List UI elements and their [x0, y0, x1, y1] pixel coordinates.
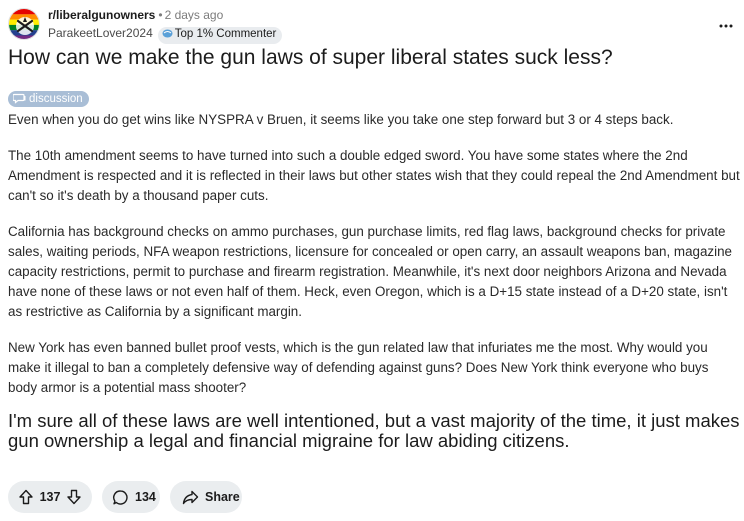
share-icon: [182, 490, 199, 505]
post-paragraph: California has background checks on ammo…: [8, 224, 732, 319]
author-flair-label: Top 1% Commenter: [174, 28, 277, 40]
commenter-badge-icon: [162, 28, 173, 44]
post-paragraph: The 10th amendment seems to have turned …: [8, 148, 740, 203]
share-button[interactable]: Share: [170, 481, 242, 513]
subreddit-name[interactable]: r/liberalgunowners: [48, 8, 155, 22]
comment-count: 134: [135, 490, 156, 504]
post-time: 2 days ago: [164, 8, 224, 22]
author-flair: Top 1% Commenter: [157, 27, 283, 44]
post-flair-tag[interactable]: discussion: [8, 91, 89, 107]
post-title[interactable]: How can we make the gun laws of super li…: [8, 45, 736, 71]
author-name[interactable]: ParakeetLover2024: [48, 26, 153, 40]
chat-bubble-icon: [12, 93, 26, 109]
vote-count: 137: [39, 490, 61, 504]
meta-separator: •: [158, 8, 163, 22]
vote-control: 137: [8, 481, 92, 513]
comment-icon: [112, 489, 129, 506]
more-options-button[interactable]: [714, 13, 738, 35]
upvote-icon[interactable]: [18, 489, 34, 505]
share-label: Share: [205, 490, 240, 504]
post-body: Even when you do get wins like NYSPRA v …: [8, 110, 740, 467]
comments-button[interactable]: 134: [102, 481, 160, 513]
downvote-icon[interactable]: [66, 489, 82, 505]
post-meta: r/liberalgunowners • 2 days ago ParakeetLo…: [48, 7, 283, 44]
post-header: r/liberalgunowners • 2 days ago ParakeetLo…: [8, 7, 738, 44]
post-paragraph: New York has even banned bullet proof ve…: [8, 340, 709, 395]
post-flair-label: discussion: [29, 93, 83, 105]
subreddit-avatar-icon[interactable]: [8, 8, 40, 40]
more-options-icon: [719, 15, 733, 33]
post-action-bar: 137 134 Share: [8, 481, 242, 513]
post-paragraph-heading: I'm sure all of these laws are well inte…: [8, 410, 740, 451]
post-paragraph: Even when you do get wins like NYSPRA v …: [8, 112, 674, 127]
